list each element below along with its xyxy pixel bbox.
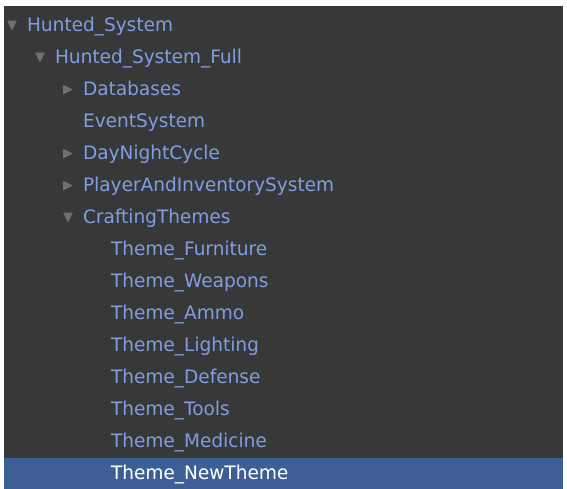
tree-item-hunted-system-full[interactable]: ▼ Hunted_System_Full xyxy=(4,42,563,74)
tree-item-hunted-system[interactable]: ▼ Hunted_System xyxy=(4,10,563,42)
tree-item-label: Theme_Furniture xyxy=(111,239,268,260)
tree-item-label: Theme_Defense xyxy=(111,367,261,388)
tree-item-theme-medicine[interactable]: Theme_Medicine xyxy=(4,426,563,458)
tree-item-daynightcycle[interactable]: ▶ DayNightCycle xyxy=(4,138,563,170)
tree-item-playerandinventorysystem[interactable]: ▶ PlayerAndInventorySystem xyxy=(4,170,563,202)
tree-item-label: Theme_Medicine xyxy=(111,431,267,452)
tree-item-label: DayNightCycle xyxy=(83,143,220,164)
triangle-down-icon[interactable]: ▼ xyxy=(61,202,75,234)
tree-item-theme-defense[interactable]: Theme_Defense xyxy=(4,362,563,394)
tree-item-label: Theme_NewTheme xyxy=(111,463,289,484)
triangle-down-icon[interactable]: ▼ xyxy=(5,10,19,42)
triangle-down-icon[interactable]: ▼ xyxy=(33,42,47,74)
triangle-right-icon[interactable]: ▶ xyxy=(61,138,75,170)
tree-item-theme-weapons[interactable]: Theme_Weapons xyxy=(4,266,563,298)
tree-item-label: CraftingThemes xyxy=(83,207,231,228)
tree-item-craftingthemes[interactable]: ▼ CraftingThemes xyxy=(4,202,563,234)
tree-item-label: Theme_Tools xyxy=(111,399,230,420)
tree-item-label: PlayerAndInventorySystem xyxy=(83,175,335,196)
tree-item-eventsystem[interactable]: EventSystem xyxy=(4,106,563,138)
tree-item-label: Theme_Weapons xyxy=(111,271,269,292)
tree-item-theme-furniture[interactable]: Theme_Furniture xyxy=(4,234,563,266)
tree-item-theme-lighting[interactable]: Theme_Lighting xyxy=(4,330,563,362)
tree-item-label: Hunted_System xyxy=(27,15,173,36)
tree-item-label: Hunted_System_Full xyxy=(55,47,242,68)
tree-item-theme-ammo[interactable]: Theme_Ammo xyxy=(4,298,563,330)
tree-item-theme-newtheme[interactable]: Theme_NewTheme xyxy=(4,458,563,489)
triangle-right-icon[interactable]: ▶ xyxy=(61,170,75,202)
tree-item-label: Databases xyxy=(83,79,181,100)
tree-item-databases[interactable]: ▶ Databases xyxy=(4,74,563,106)
tree-item-label: Theme_Ammo xyxy=(111,303,245,324)
tree-item-theme-tools[interactable]: Theme_Tools xyxy=(4,394,563,426)
triangle-right-icon[interactable]: ▶ xyxy=(61,74,75,106)
tree-item-label: Theme_Lighting xyxy=(111,335,259,356)
tree-item-label: EventSystem xyxy=(83,111,205,132)
hierarchy-panel: ▼ Hunted_System ▼ Hunted_System_Full ▶ D… xyxy=(4,6,563,489)
